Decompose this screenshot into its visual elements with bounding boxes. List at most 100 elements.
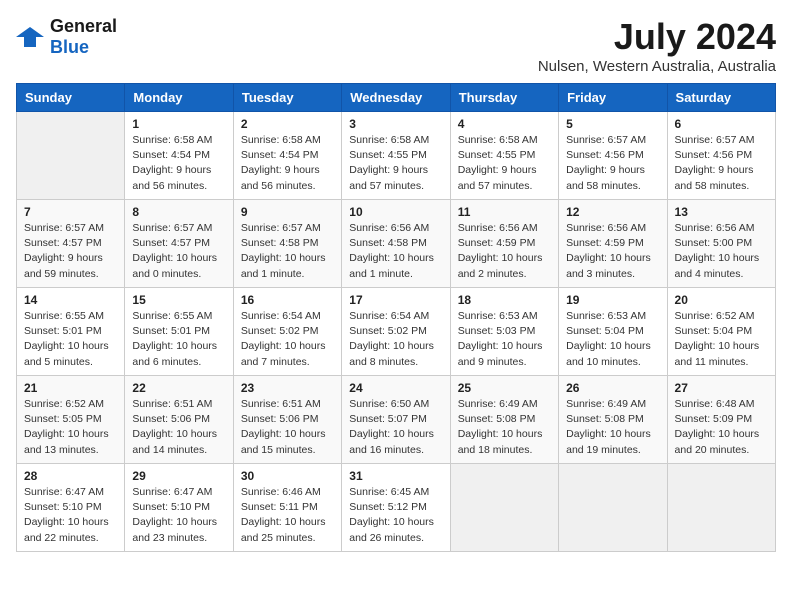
calendar-header-friday: Friday xyxy=(559,84,667,112)
day-number: 18 xyxy=(458,293,551,307)
day-number: 20 xyxy=(675,293,768,307)
calendar-cell: 20Sunrise: 6:52 AMSunset: 5:04 PMDayligh… xyxy=(667,288,775,376)
day-number: 5 xyxy=(566,117,659,131)
day-info: Sunrise: 6:54 AMSunset: 5:02 PMDaylight:… xyxy=(349,309,442,370)
day-info: Sunrise: 6:45 AMSunset: 5:12 PMDaylight:… xyxy=(349,485,442,546)
calendar-cell: 9 Sunrise: 6:57 AMSunset: 4:58 PMDaylight… xyxy=(233,200,341,288)
calendar-cell: 5 Sunrise: 6:57 AMSunset: 4:56 PMDaylight… xyxy=(559,112,667,200)
day-number: 11 xyxy=(458,205,551,219)
calendar-cell: 19 Sunrise: 6:53 AMSunset: 5:04 PMDayligh… xyxy=(559,288,667,376)
day-number: 12 xyxy=(566,205,659,219)
day-info: Sunrise: 6:49 AMSunset: 5:08 PMDaylight:… xyxy=(566,397,659,458)
calendar-cell: 12 Sunrise: 6:56 AMSunset: 4:59 PMDayligh… xyxy=(559,200,667,288)
day-number: 13 xyxy=(675,205,768,219)
calendar-cell: 10Sunrise: 6:56 AMSunset: 4:58 PMDayligh… xyxy=(342,200,450,288)
page-header: General Blue July 2024 Nulsen, Western A… xyxy=(16,16,776,75)
day-info: Sunrise: 6:56 AMSunset: 5:00 PMDaylight:… xyxy=(675,221,768,282)
day-info: Sunrise: 6:51 AMSunset: 5:06 PMDaylight:… xyxy=(241,397,334,458)
calendar-cell: 11 Sunrise: 6:56 AMSunset: 4:59 PMDayligh… xyxy=(450,200,558,288)
day-number: 6 xyxy=(675,117,768,131)
calendar-cell: 25 Sunrise: 6:49 AMSunset: 5:08 PMDayligh… xyxy=(450,376,558,464)
calendar-header-sunday: Sunday xyxy=(17,84,125,112)
calendar-cell: 18 Sunrise: 6:53 AMSunset: 5:03 PMDayligh… xyxy=(450,288,558,376)
day-number: 14 xyxy=(24,293,117,307)
day-info: Sunrise: 6:49 AMSunset: 5:08 PMDaylight:… xyxy=(458,397,551,458)
calendar-cell: 16 Sunrise: 6:54 AMSunset: 5:02 PMDayligh… xyxy=(233,288,341,376)
day-info: Sunrise: 6:50 AMSunset: 5:07 PMDaylight:… xyxy=(349,397,442,458)
day-info: Sunrise: 6:58 AMSunset: 4:54 PMDaylight:… xyxy=(241,133,334,194)
calendar-week-row-4: 21 Sunrise: 6:52 AMSunset: 5:05 PMDayligh… xyxy=(17,376,776,464)
calendar-cell: 8 Sunrise: 6:57 AMSunset: 4:57 PMDaylight… xyxy=(125,200,233,288)
day-info: Sunrise: 6:53 AMSunset: 5:04 PMDaylight:… xyxy=(566,309,659,370)
calendar-week-row-1: 1Sunrise: 6:58 AMSunset: 4:54 PMDaylight… xyxy=(17,112,776,200)
day-number: 15 xyxy=(132,293,225,307)
calendar-cell xyxy=(559,464,667,552)
calendar-cell: 6Sunrise: 6:57 AMSunset: 4:56 PMDaylight… xyxy=(667,112,775,200)
day-info: Sunrise: 6:54 AMSunset: 5:02 PMDaylight:… xyxy=(241,309,334,370)
calendar-cell: 24 Sunrise: 6:50 AMSunset: 5:07 PMDayligh… xyxy=(342,376,450,464)
calendar-header-row: SundayMondayTuesdayWednesdayThursdayFrid… xyxy=(17,84,776,112)
day-number: 25 xyxy=(458,381,551,395)
calendar-cell: 21 Sunrise: 6:52 AMSunset: 5:05 PMDayligh… xyxy=(17,376,125,464)
day-info: Sunrise: 6:56 AMSunset: 4:59 PMDaylight:… xyxy=(566,221,659,282)
day-info: Sunrise: 6:53 AMSunset: 5:03 PMDaylight:… xyxy=(458,309,551,370)
day-info: Sunrise: 6:57 AMSunset: 4:56 PMDaylight:… xyxy=(566,133,659,194)
calendar-cell: 22Sunrise: 6:51 AMSunset: 5:06 PMDayligh… xyxy=(125,376,233,464)
day-number: 8 xyxy=(132,205,225,219)
calendar-cell: 4Sunrise: 6:58 AMSunset: 4:55 PMDaylight… xyxy=(450,112,558,200)
calendar-cell: 17 Sunrise: 6:54 AMSunset: 5:02 PMDayligh… xyxy=(342,288,450,376)
calendar-week-row-3: 14 Sunrise: 6:55 AMSunset: 5:01 PMDayligh… xyxy=(17,288,776,376)
day-info: Sunrise: 6:58 AMSunset: 4:54 PMDaylight:… xyxy=(132,133,225,194)
calendar-cell xyxy=(667,464,775,552)
day-number: 17 xyxy=(349,293,442,307)
calendar-cell: 1Sunrise: 6:58 AMSunset: 4:54 PMDaylight… xyxy=(125,112,233,200)
day-info: Sunrise: 6:48 AMSunset: 5:09 PMDaylight:… xyxy=(675,397,768,458)
day-number: 26 xyxy=(566,381,659,395)
day-info: Sunrise: 6:47 AMSunset: 5:10 PMDaylight:… xyxy=(24,485,117,546)
calendar-cell: 31 Sunrise: 6:45 AMSunset: 5:12 PMDayligh… xyxy=(342,464,450,552)
calendar-cell: 26 Sunrise: 6:49 AMSunset: 5:08 PMDayligh… xyxy=(559,376,667,464)
calendar-cell xyxy=(17,112,125,200)
day-info: Sunrise: 6:58 AMSunset: 4:55 PMDaylight:… xyxy=(349,133,442,194)
day-number: 22 xyxy=(132,381,225,395)
calendar-cell: 29 Sunrise: 6:47 AMSunset: 5:10 PMDayligh… xyxy=(125,464,233,552)
day-number: 23 xyxy=(241,381,334,395)
day-number: 2 xyxy=(241,117,334,131)
calendar-cell: 23 Sunrise: 6:51 AMSunset: 5:06 PMDayligh… xyxy=(233,376,341,464)
calendar-header-tuesday: Tuesday xyxy=(233,84,341,112)
day-info: Sunrise: 6:57 AMSunset: 4:57 PMDaylight:… xyxy=(132,221,225,282)
day-number: 19 xyxy=(566,293,659,307)
day-info: Sunrise: 6:52 AMSunset: 5:05 PMDaylight:… xyxy=(24,397,117,458)
day-info: Sunrise: 6:57 AMSunset: 4:58 PMDaylight:… xyxy=(241,221,334,282)
calendar-header-monday: Monday xyxy=(125,84,233,112)
day-info: Sunrise: 6:55 AMSunset: 5:01 PMDaylight:… xyxy=(132,309,225,370)
day-number: 30 xyxy=(241,469,334,483)
day-info: Sunrise: 6:55 AMSunset: 5:01 PMDaylight:… xyxy=(24,309,117,370)
calendar-table: SundayMondayTuesdayWednesdayThursdayFrid… xyxy=(16,83,776,552)
day-number: 9 xyxy=(241,205,334,219)
day-number: 27 xyxy=(675,381,768,395)
calendar-cell: 2 Sunrise: 6:58 AMSunset: 4:54 PMDaylight… xyxy=(233,112,341,200)
day-info: Sunrise: 6:58 AMSunset: 4:55 PMDaylight:… xyxy=(458,133,551,194)
calendar-cell: 13 Sunrise: 6:56 AMSunset: 5:00 PMDayligh… xyxy=(667,200,775,288)
logo-text-general: General xyxy=(50,16,117,36)
calendar-header-saturday: Saturday xyxy=(667,84,775,112)
calendar-header-thursday: Thursday xyxy=(450,84,558,112)
day-number: 31 xyxy=(349,469,442,483)
day-number: 3 xyxy=(349,117,442,131)
subtitle: Nulsen, Western Australia, Australia xyxy=(538,58,776,75)
calendar-cell: 7Sunrise: 6:57 AMSunset: 4:57 PMDaylight… xyxy=(17,200,125,288)
day-number: 29 xyxy=(132,469,225,483)
calendar-cell: 27 Sunrise: 6:48 AMSunset: 5:09 PMDayligh… xyxy=(667,376,775,464)
calendar-header-wednesday: Wednesday xyxy=(342,84,450,112)
day-number: 21 xyxy=(24,381,117,395)
day-info: Sunrise: 6:56 AMSunset: 4:59 PMDaylight:… xyxy=(458,221,551,282)
logo-text-blue: Blue xyxy=(50,37,89,57)
calendar-cell: 14 Sunrise: 6:55 AMSunset: 5:01 PMDayligh… xyxy=(17,288,125,376)
day-number: 24 xyxy=(349,381,442,395)
day-number: 16 xyxy=(241,293,334,307)
calendar-cell: 30Sunrise: 6:46 AMSunset: 5:11 PMDayligh… xyxy=(233,464,341,552)
day-info: Sunrise: 6:56 AMSunset: 4:58 PMDaylight:… xyxy=(349,221,442,282)
day-info: Sunrise: 6:47 AMSunset: 5:10 PMDaylight:… xyxy=(132,485,225,546)
day-number: 28 xyxy=(24,469,117,483)
